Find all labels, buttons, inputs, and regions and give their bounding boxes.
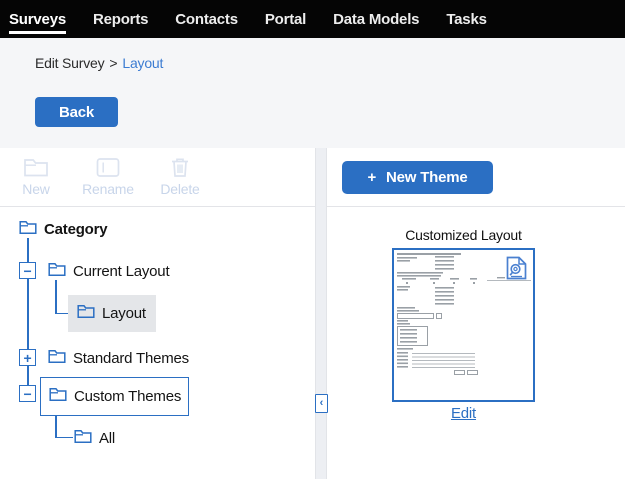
breadcrumb-separator: >: [109, 55, 117, 71]
tree-node-custom-themes-focused[interactable]: Custom Themes: [40, 377, 189, 416]
layout-thumbnail-preview[interactable]: [392, 248, 535, 402]
new-label: New: [22, 181, 49, 197]
delete-label: Delete: [160, 181, 199, 197]
tab-data-models[interactable]: Data Models: [333, 0, 419, 38]
new-folder-icon: [23, 157, 49, 178]
tree-label-standard-themes: Standard Themes: [73, 350, 189, 367]
theme-title: Customized Layout: [392, 227, 535, 243]
expand-expander-standard-themes[interactable]: +: [19, 349, 36, 366]
rename-label: Rename: [82, 181, 134, 197]
back-button[interactable]: Back: [35, 97, 118, 127]
tab-reports[interactable]: Reports: [93, 0, 148, 38]
tree-line-child-all: [55, 416, 57, 438]
plus-icon: +: [367, 169, 376, 186]
folder-icon: [49, 387, 67, 406]
themes-toolbar: + New Theme: [327, 148, 625, 207]
tree-node-layout-selected[interactable]: Layout: [68, 295, 156, 332]
tree-node-all[interactable]: All: [74, 428, 115, 448]
folder-icon: [77, 304, 95, 323]
tree-line-child-layout-h: [55, 313, 69, 315]
tree-label-custom-themes: Custom Themes: [74, 388, 181, 405]
trash-icon: [169, 157, 191, 178]
tab-surveys[interactable]: Surveys: [9, 0, 66, 38]
tree-line-child-layout: [55, 280, 57, 314]
folder-icon: [48, 262, 66, 281]
tree-label-all: All: [99, 430, 115, 447]
collapse-expander-current-layout[interactable]: −: [19, 262, 36, 279]
collapse-expander-custom-themes[interactable]: −: [19, 385, 36, 402]
folder-icon: [19, 220, 37, 239]
delete-category-button[interactable]: Delete: [150, 157, 210, 197]
tree-node-current-layout[interactable]: Current Layout: [48, 261, 169, 281]
new-category-button[interactable]: New: [6, 157, 66, 197]
page-header: Edit Survey > Layout Back: [0, 38, 625, 148]
top-nav: Surveys Reports Contacts Portal Data Mod…: [0, 0, 625, 38]
breadcrumb: Edit Survey > Layout: [35, 55, 163, 71]
category-panel: New Rename: [0, 148, 315, 479]
preview-magnifier-icon[interactable]: [506, 256, 527, 285]
category-tree: Category − Current Layout: [0, 207, 315, 479]
tree-node-standard-themes[interactable]: Standard Themes: [48, 348, 189, 368]
folder-icon: [74, 429, 92, 448]
rename-category-button[interactable]: Rename: [78, 157, 138, 197]
breadcrumb-current[interactable]: Layout: [122, 55, 163, 71]
edit-theme-link[interactable]: Edit: [392, 405, 535, 422]
main-content: New Rename: [0, 148, 625, 479]
breadcrumb-section: Edit Survey: [35, 55, 104, 71]
category-toolbar: New Rename: [0, 148, 315, 207]
themes-list: Customized Layout: [327, 207, 625, 479]
tree-node-category[interactable]: Category: [19, 219, 107, 239]
new-theme-button[interactable]: + New Theme: [342, 161, 493, 194]
tree-label-current-layout: Current Layout: [73, 263, 169, 280]
new-theme-label: New Theme: [386, 169, 468, 186]
chevron-left-icon: ‹: [320, 397, 324, 409]
tree-label-category: Category: [44, 221, 107, 238]
tree-line-child-all-h: [55, 437, 73, 439]
folder-icon: [48, 349, 66, 368]
themes-panel: + New Theme Customized Layout: [327, 148, 625, 479]
tab-contacts[interactable]: Contacts: [175, 0, 238, 38]
panel-divider: ‹: [315, 148, 327, 479]
tab-tasks[interactable]: Tasks: [446, 0, 486, 38]
rename-icon: [96, 157, 120, 178]
tree-label-layout: Layout: [102, 305, 146, 322]
theme-card: Customized Layout: [392, 227, 535, 422]
tab-portal[interactable]: Portal: [265, 0, 306, 38]
